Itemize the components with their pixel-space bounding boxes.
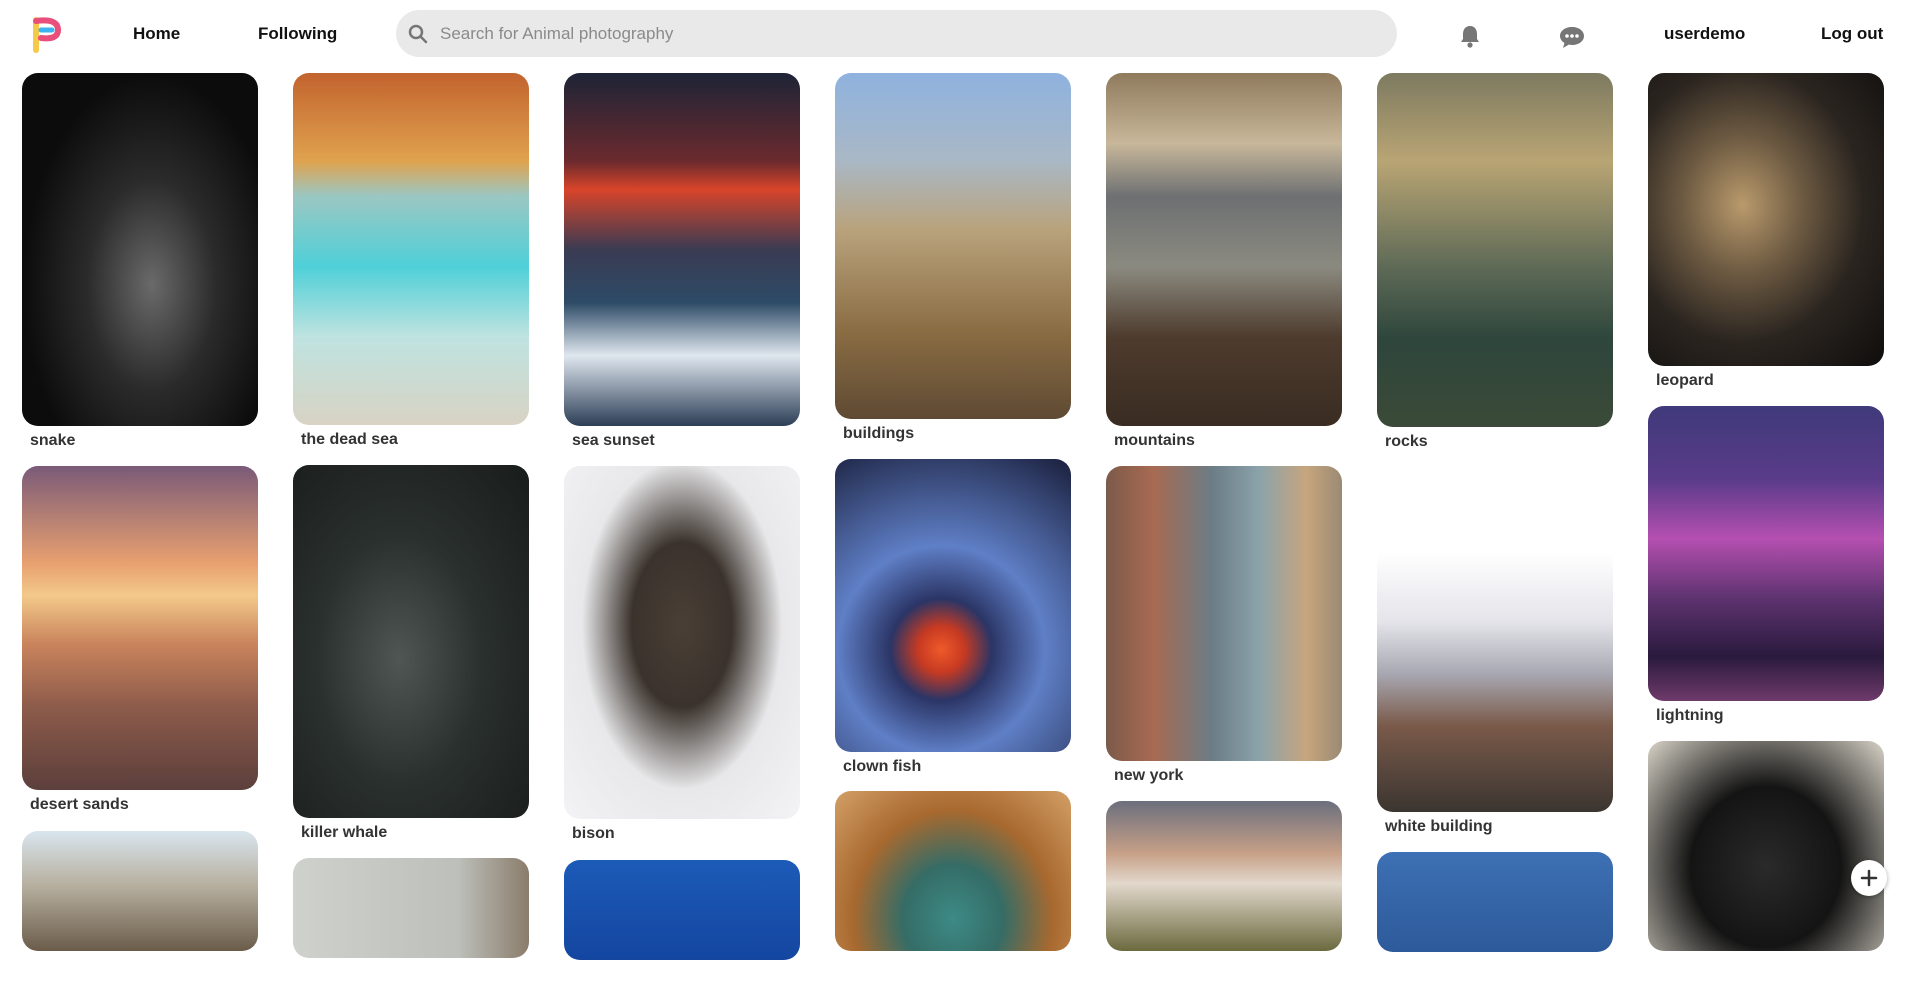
pin-image[interactable] [835,791,1071,951]
pin-image[interactable] [293,73,529,425]
pin-card[interactable]: the dead sea [293,73,529,451]
pin-title: mountains [1114,432,1195,449]
pin-title [1656,957,1884,977]
pin-image[interactable] [1377,73,1613,427]
pin-card[interactable]: white building [1377,466,1613,838]
pin-title: bison [572,825,615,842]
pin-title: killer whale [301,824,388,841]
pin-image[interactable] [564,73,800,426]
pin-card[interactable] [1377,852,1613,978]
pin-title [301,964,529,984]
pin-card[interactable]: killer whale [293,465,529,844]
pin-title: snake [30,432,76,449]
pin-card[interactable]: clown fish [835,459,1071,778]
pin-card[interactable]: desert sands [22,466,258,816]
pin-title [1114,957,1342,977]
pin-image[interactable] [1648,73,1884,366]
pin-card[interactable] [1106,801,1342,977]
add-pin-button[interactable] [1851,860,1887,896]
top-bar: Home Following userdemo Log out [0,0,1915,72]
pin-image[interactable] [835,459,1071,752]
pin-image[interactable] [293,858,529,958]
pin-image[interactable] [1106,73,1342,426]
pin-image[interactable] [564,466,800,819]
pin-image[interactable] [22,466,258,790]
plus-icon [1860,869,1878,887]
pin-image[interactable] [1377,466,1613,812]
logout-link[interactable]: Log out [1821,24,1883,44]
pin-image[interactable] [1106,466,1342,761]
pin-card[interactable]: lightning [1648,406,1884,727]
pin-card[interactable]: sea sunset [564,73,800,452]
search-icon [408,24,428,43]
bell-icon[interactable] [1459,24,1481,53]
app-logo[interactable] [32,16,64,54]
pin-title [1385,958,1613,978]
pin-card[interactable] [835,791,1071,977]
pin-title: lightning [1656,707,1724,724]
pin-title: buildings [843,425,915,442]
pin-card[interactable] [293,858,529,984]
pin-card[interactable]: new york [1106,466,1342,787]
search-bar[interactable] [396,10,1397,57]
pin-image[interactable] [22,831,258,951]
pin-image[interactable] [835,73,1071,419]
pin-card[interactable]: leopard [1648,73,1884,392]
pin-image[interactable] [1106,801,1342,951]
search-input[interactable] [440,23,1340,44]
pin-card[interactable]: bison [564,466,800,845]
pin-card[interactable] [22,831,258,977]
username-link[interactable]: userdemo [1664,24,1745,44]
pin-title [30,957,258,977]
pin-card[interactable] [1648,741,1884,977]
pin-card[interactable]: snake [22,73,258,452]
pin-card[interactable]: rocks [1377,73,1613,453]
pin-title: new york [1114,767,1184,784]
pin-card[interactable]: mountains [1106,73,1342,452]
pin-image[interactable] [1377,852,1613,952]
chat-icon[interactable] [1559,25,1585,54]
pin-image[interactable] [1648,406,1884,701]
pin-title: rocks [1385,433,1428,450]
pin-image[interactable] [564,860,800,960]
pin-title [572,966,800,986]
pin-title: clown fish [843,758,922,775]
pin-title: sea sunset [572,432,655,449]
pin-title: white building [1385,818,1493,835]
pin-title [843,957,1071,977]
pin-title: leopard [1656,372,1714,389]
pin-title: desert sands [30,796,129,813]
pin-image[interactable] [1648,741,1884,951]
pin-card[interactable] [564,860,800,986]
pin-image[interactable] [22,73,258,426]
pin-image[interactable] [293,465,529,818]
nav-following-link[interactable]: Following [258,24,337,44]
pin-card[interactable]: buildings [835,73,1071,445]
nav-home-link[interactable]: Home [133,24,180,44]
pin-title: the dead sea [301,431,398,448]
